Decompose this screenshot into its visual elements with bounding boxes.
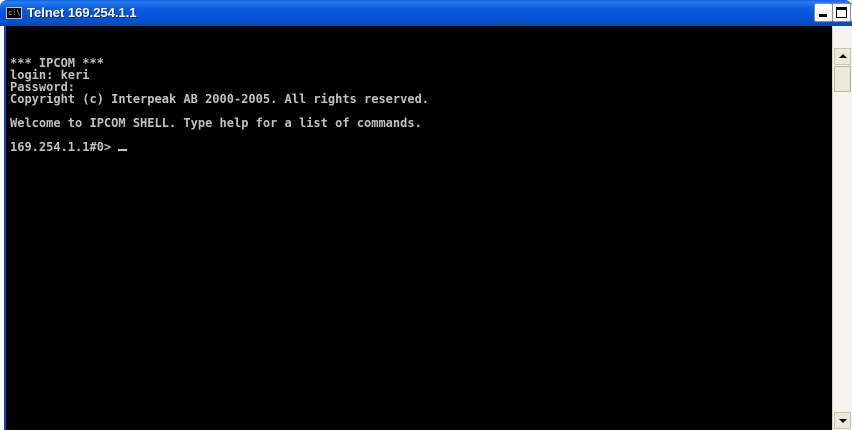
window-title: Telnet 169.254.1.1 xyxy=(27,5,137,20)
console-app-icon[interactable]: c:\ xyxy=(6,7,22,19)
scroll-up-arrow-icon xyxy=(839,54,847,58)
console-output[interactable]: *** IPCOM *** login: keri Password: Copy… xyxy=(4,26,832,430)
telnet-window: c:\ Telnet 169.254.1.1 ✕ *** IPCOM *** l… xyxy=(0,0,852,430)
console-line-copyright: Copyright (c) Interpeak AB 2000-2005. Al… xyxy=(10,92,430,106)
console-line-welcome: Welcome to IPCOM SHELL. Type help for a … xyxy=(10,116,422,130)
scroll-thumb[interactable] xyxy=(834,66,851,92)
console-prompt-line[interactable]: 169.254.1.1#0> xyxy=(10,140,128,154)
maximize-button[interactable] xyxy=(832,3,851,22)
scroll-up-button[interactable] xyxy=(834,48,851,65)
vertical-scrollbar[interactable] xyxy=(832,26,852,430)
minimize-icon xyxy=(819,14,827,17)
scroll-down-arrow-icon xyxy=(839,419,847,423)
maximize-icon xyxy=(836,7,847,18)
console-prompt: 169.254.1.1#0> xyxy=(10,140,119,154)
scroll-down-button[interactable] xyxy=(834,412,851,429)
minimize-button[interactable] xyxy=(814,3,833,22)
text-cursor xyxy=(118,149,128,151)
title-bar[interactable]: c:\ Telnet 169.254.1.1 ✕ xyxy=(0,0,852,26)
